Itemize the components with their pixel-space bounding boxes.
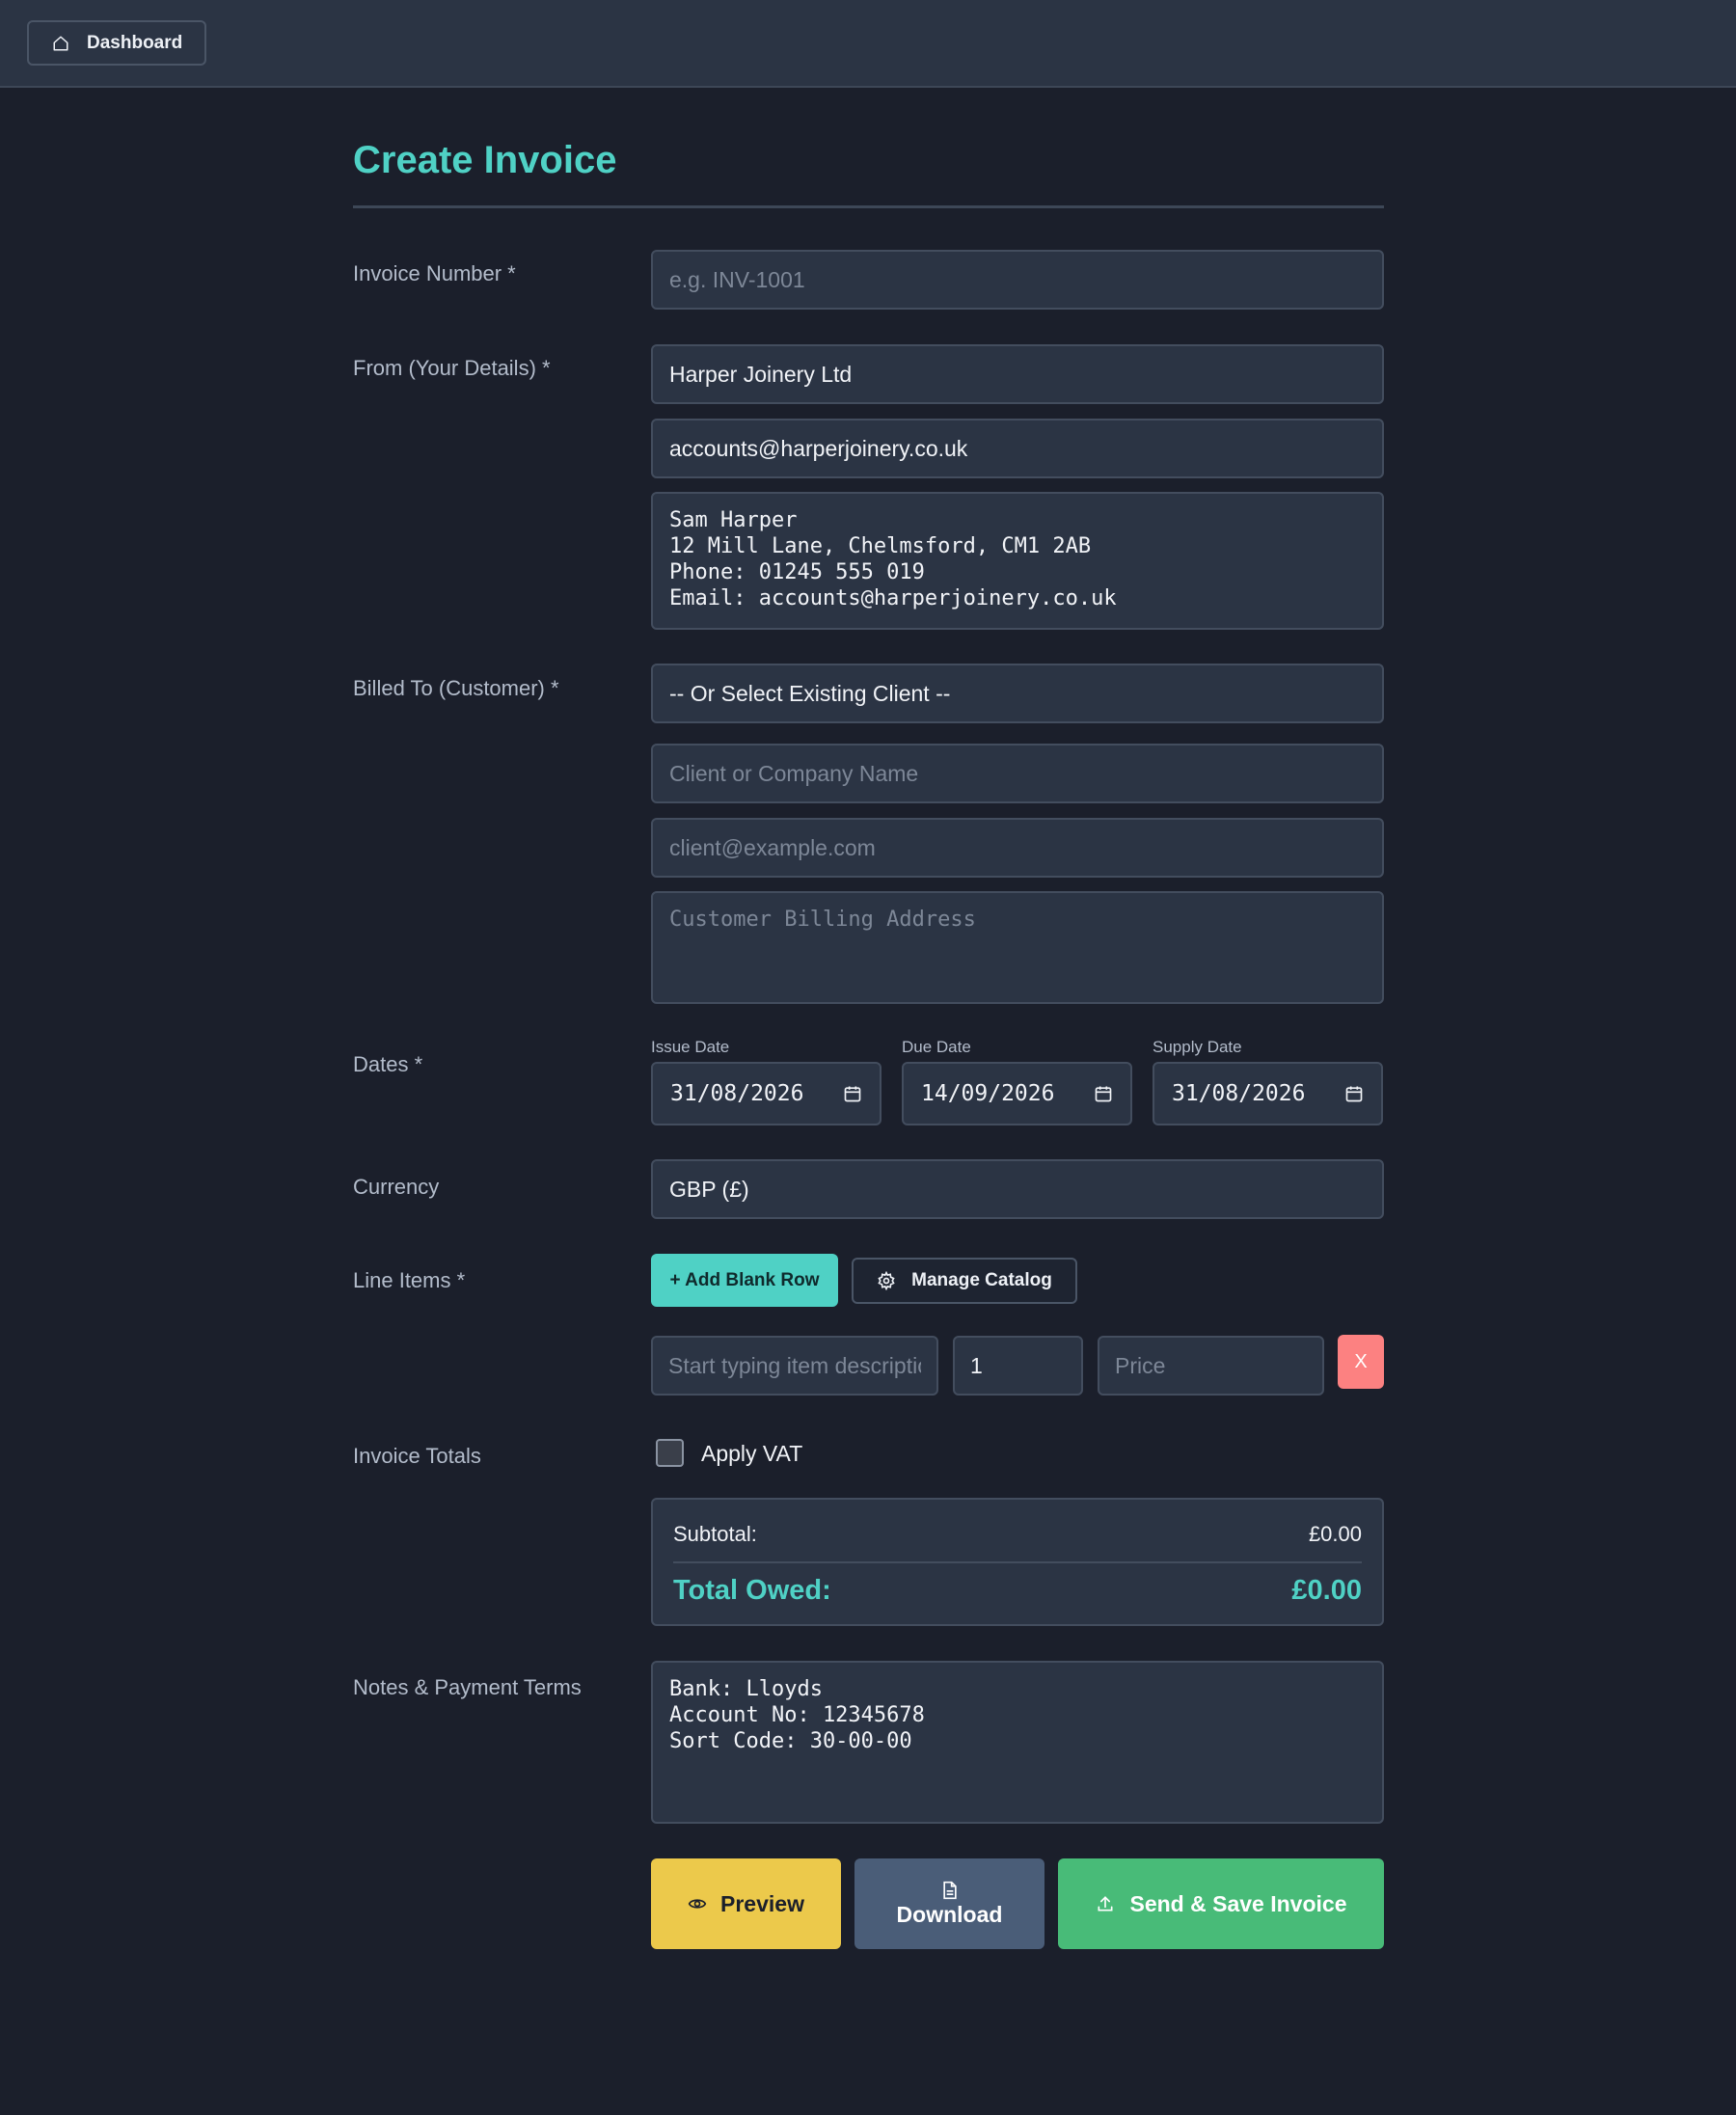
notes-textarea[interactable]: Bank: Lloyds Account No: 12345678 Sort C… [651,1661,1384,1824]
calendar-icon[interactable] [1094,1084,1113,1103]
notes-label: Notes & Payment Terms [353,1675,582,1699]
from-label: From (Your Details) * [353,356,551,380]
add-blank-row-button[interactable]: + Add Blank Row [651,1254,838,1307]
eye-icon [688,1894,707,1913]
item-quantity-input[interactable] [953,1336,1083,1396]
issue-date-input[interactable]: 31/08/2026 [651,1062,882,1125]
apply-vat-label[interactable]: Apply VAT [701,1441,802,1467]
document-icon [941,1881,959,1900]
total-owed-value: £0.00 [1291,1575,1362,1606]
total-owed-label: Total Owed: [673,1575,831,1606]
supply-date-label: Supply Date [1153,1038,1242,1056]
send-save-label: Send & Save Invoice [1129,1890,1347,1916]
dates-label: Dates * [353,1052,423,1076]
preview-label: Preview [720,1890,804,1916]
line-items-label: Line Items * [353,1268,466,1292]
client-email-input[interactable] [651,818,1384,878]
issue-date-label: Issue Date [651,1038,730,1056]
gear-icon [877,1271,896,1290]
invoice-number-label: Invoice Number * [353,261,516,285]
manage-catalog-button[interactable]: Manage Catalog [852,1258,1077,1304]
from-details-textarea[interactable]: Sam Harper 12 Mill Lane, Chelmsford, CM1… [651,492,1384,630]
supply-date-input[interactable]: 31/08/2026 [1153,1062,1383,1125]
subtotal-row: Subtotal: £0.00 [673,1522,1362,1547]
remove-item-button[interactable]: X [1338,1335,1384,1389]
dashboard-label: Dashboard [87,32,183,53]
totals-panel: Subtotal: £0.00 Total Owed: £0.00 [651,1498,1384,1626]
dashboard-button[interactable]: Dashboard [27,20,206,66]
currency-select[interactable]: GBP (£) [651,1159,1384,1219]
billing-address-textarea[interactable] [651,891,1384,1004]
subtotal-label: Subtotal: [673,1522,757,1546]
from-company-input[interactable]: Harper Joinery Ltd [651,344,1384,404]
client-select[interactable]: -- Or Select Existing Client -- [651,664,1384,723]
due-date-input[interactable]: 14/09/2026 [902,1062,1132,1125]
preview-button[interactable]: Preview [651,1858,841,1949]
home-icon [52,35,69,52]
due-date-label: Due Date [902,1038,971,1056]
item-price-input[interactable] [1098,1336,1324,1396]
from-email-input[interactable]: accounts@harperjoinery.co.uk [651,419,1384,478]
calendar-icon[interactable] [843,1084,862,1103]
client-name-input[interactable] [651,744,1384,803]
upload-icon [1096,1894,1115,1913]
apply-vat-checkbox[interactable] [656,1439,684,1467]
billed-to-label: Billed To (Customer) * [353,676,559,700]
currency-label: Currency [353,1175,440,1199]
item-description-input[interactable] [651,1336,938,1396]
totals-divider [673,1561,1362,1563]
download-button[interactable]: Download [854,1858,1044,1949]
subtotal-value: £0.00 [1308,1522,1362,1546]
invoice-number-input[interactable] [651,250,1384,310]
download-label: Download [896,1901,1003,1927]
title-divider [353,205,1384,208]
top-bar: Dashboard [0,0,1736,88]
manage-catalog-label: Manage Catalog [911,1270,1052,1290]
total-owed-row: Total Owed: £0.00 [673,1575,1362,1607]
calendar-icon[interactable] [1344,1084,1364,1103]
invoice-totals-label: Invoice Totals [353,1444,481,1468]
page-title: Create Invoice [353,139,617,181]
send-save-invoice-button[interactable]: Send & Save Invoice [1058,1858,1384,1949]
